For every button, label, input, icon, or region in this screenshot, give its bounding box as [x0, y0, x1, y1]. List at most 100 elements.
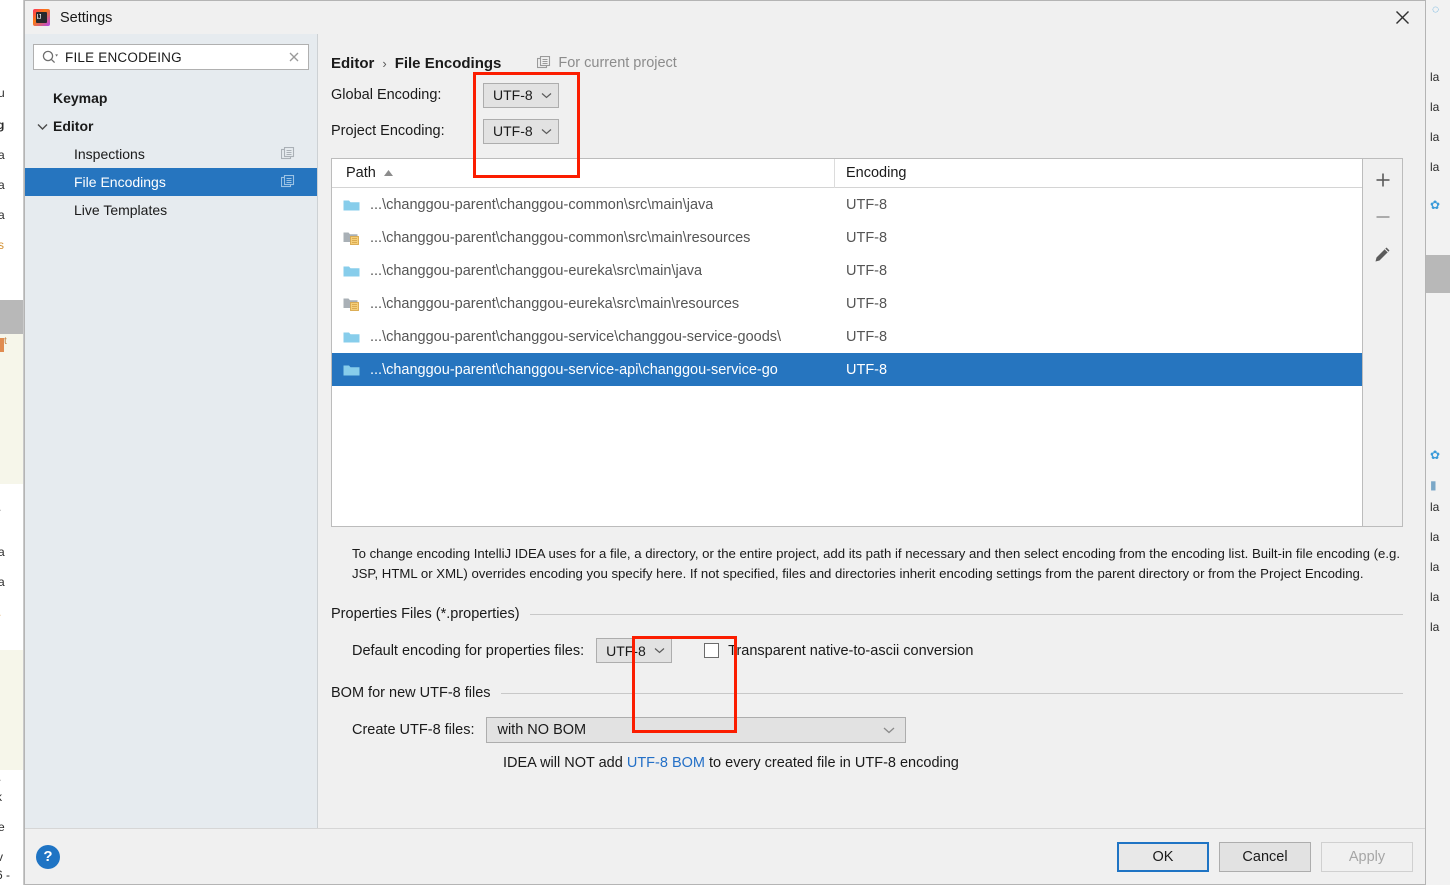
- chevron-down-icon[interactable]: [37, 112, 48, 140]
- sidebar-item-live-templates[interactable]: Live Templates: [25, 196, 317, 224]
- table-cell-path: ...\changgou-parent\changgou-common\src\…: [332, 188, 835, 221]
- table-cell-encoding: UTF-8: [846, 229, 888, 246]
- table-row[interactable]: ...\changgou-parent\changgou-service-api…: [332, 353, 1362, 386]
- table-cell-path: ...\changgou-parent\changgou-service-api…: [332, 353, 835, 386]
- remove-icon[interactable]: [1369, 204, 1397, 230]
- sidebar-item-label: Editor: [53, 118, 94, 134]
- project-encoding-value: UTF-8: [493, 123, 533, 139]
- breadcrumb-parent[interactable]: Editor: [331, 55, 374, 72]
- sidebar-item-editor[interactable]: Editor: [25, 112, 317, 140]
- ide-left-strip: u g a a a s t . i a a . i . k e v 6 -: [0, 0, 24, 885]
- default-properties-encoding-label: Default encoding for properties files:: [352, 642, 585, 659]
- for-current-project-text: For current project: [558, 55, 677, 71]
- table-cell-encoding: UTF-8: [846, 262, 888, 279]
- project-encoding-dropdown[interactable]: UTF-8: [483, 118, 559, 144]
- folder-icon: [343, 264, 360, 278]
- table-cell-encoding: UTF-8: [846, 295, 888, 312]
- chevron-down-icon: [541, 128, 552, 135]
- bom-note-suffix: to every created file in UTF-8 encoding: [704, 755, 959, 771]
- group-divider: [529, 613, 1403, 615]
- breadcrumb: Editor › File Encodings For current proj…: [331, 46, 1403, 80]
- search-value: FILE ENCODEING: [65, 49, 182, 65]
- folder-icon: [343, 198, 360, 212]
- dialog-buttons: OK Cancel Apply: [1117, 841, 1413, 872]
- column-header-path-label: Path: [346, 165, 376, 181]
- project-scope-icon: [280, 146, 295, 164]
- global-encoding-dropdown[interactable]: UTF-8: [483, 82, 559, 108]
- settings-dialog: Settings FILE ENCODEI: [24, 0, 1426, 885]
- column-header-encoding-label: Encoding: [846, 165, 907, 181]
- chevron-down-icon: [654, 647, 665, 654]
- clear-icon[interactable]: [286, 49, 302, 65]
- default-properties-encoding-value: UTF-8: [606, 642, 646, 659]
- global-encoding-value: UTF-8: [493, 87, 533, 103]
- table-cell-path-text: ...\changgou-parent\changgou-service\cha…: [370, 328, 782, 345]
- sort-ascending-icon: [383, 169, 394, 177]
- for-current-project-label: For current project: [537, 55, 677, 71]
- breadcrumb-current: File Encodings: [394, 54, 502, 72]
- dialog-body: FILE ENCODEING Keymap Editor Inspections…: [25, 34, 1425, 828]
- column-header-encoding[interactable]: Encoding: [835, 165, 906, 181]
- create-utf8-files-row: Create UTF-8 files: with NO BOM: [331, 717, 1403, 743]
- encodings-table-region: Path Encoding ...\changgou-parent\changg…: [331, 158, 1403, 527]
- search-icon: [41, 49, 59, 65]
- transparent-native-to-ascii-checkbox[interactable]: Transparent native-to-ascii conversion: [704, 643, 973, 659]
- column-header-path[interactable]: Path: [332, 159, 835, 188]
- global-encoding-label: Global Encoding:: [331, 87, 442, 103]
- sidebar-item-label: File Encodings: [74, 174, 166, 190]
- add-icon[interactable]: [1369, 167, 1397, 193]
- table-row[interactable]: ...\changgou-parent\changgou-eureka\src\…: [332, 287, 1362, 320]
- encodings-description: To change encoding IntelliJ IDEA uses fo…: [352, 546, 1401, 581]
- table-cell-path-text: ...\changgou-parent\changgou-eureka\src\…: [370, 295, 740, 312]
- default-properties-encoding-dropdown[interactable]: UTF-8: [596, 638, 673, 663]
- close-icon[interactable]: [1379, 1, 1425, 34]
- table-row[interactable]: ...\changgou-parent\changgou-common\src\…: [332, 221, 1362, 254]
- sidebar-item-label: Live Templates: [74, 202, 168, 218]
- sidebar-item-file-encodings[interactable]: File Encodings: [25, 168, 317, 196]
- table-row[interactable]: ...\changgou-parent\changgou-common\src\…: [332, 188, 1362, 221]
- table-cell-path: ...\changgou-parent\changgou-common\src\…: [332, 221, 835, 254]
- table-cell-path: ...\changgou-parent\changgou-eureka\src\…: [332, 254, 835, 287]
- ok-button[interactable]: OK: [1117, 841, 1209, 872]
- edit-pencil-icon[interactable]: [1369, 241, 1397, 267]
- encodings-table: Path Encoding ...\changgou-parent\changg…: [331, 158, 1363, 527]
- ide-right-strip: ◌ la la la la ✿ ✿ ▮ la la la la la: [1426, 0, 1450, 885]
- chevron-down-icon: [541, 92, 552, 99]
- create-utf8-files-label: Create UTF-8 files:: [352, 722, 475, 738]
- table-row[interactable]: ...\changgou-parent\changgou-service\cha…: [332, 320, 1362, 353]
- checkbox-box: [704, 643, 720, 658]
- table-cell-encoding: UTF-8: [846, 196, 888, 213]
- sidebar-item-inspections[interactable]: Inspections: [25, 140, 317, 168]
- table-cell-path-text: ...\changgou-parent\changgou-common\src\…: [370, 229, 751, 246]
- table-row[interactable]: ...\changgou-parent\changgou-eureka\src\…: [332, 254, 1362, 287]
- cancel-button[interactable]: Cancel: [1219, 841, 1311, 872]
- project-scope-icon: [280, 174, 295, 192]
- sidebar-item-keymap[interactable]: Keymap: [25, 84, 317, 112]
- table-cell-encoding: UTF-8: [846, 361, 888, 378]
- settings-tree: Keymap Editor Inspections File Encodings…: [25, 84, 317, 224]
- resources-folder-icon: [343, 297, 360, 311]
- table-header: Path Encoding: [332, 159, 1362, 188]
- global-encoding-row: Global Encoding: UTF-8: [331, 80, 1403, 110]
- search-container: FILE ENCODEING: [25, 44, 317, 76]
- project-encoding-label: Project Encoding:: [331, 123, 445, 139]
- help-icon[interactable]: ?: [36, 844, 60, 869]
- table-cell-path-text: ...\changgou-parent\changgou-eureka\src\…: [370, 262, 703, 279]
- table-cell-path-text: ...\changgou-parent\changgou-common\src\…: [370, 196, 714, 213]
- sidebar-item-label: Inspections: [74, 146, 145, 162]
- table-toolbar: [1363, 158, 1403, 527]
- table-cell-encoding: UTF-8: [846, 328, 888, 345]
- default-properties-encoding-row: Default encoding for properties files: U…: [331, 638, 1403, 663]
- settings-sidebar: FILE ENCODEING Keymap Editor Inspections…: [25, 34, 318, 828]
- bom-note-link[interactable]: UTF-8 BOM: [627, 755, 705, 771]
- properties-files-group-title: Properties Files (*.properties): [331, 606, 520, 622]
- create-utf8-files-dropdown[interactable]: with NO BOM: [486, 717, 907, 743]
- search-input[interactable]: FILE ENCODEING: [33, 44, 309, 70]
- dialog-title: Settings: [60, 9, 113, 26]
- resources-folder-icon: [343, 231, 360, 245]
- settings-main-panel: Editor › File Encodings For current proj…: [318, 34, 1425, 828]
- intellij-idea-icon: [33, 9, 50, 26]
- group-divider: [500, 692, 1403, 694]
- table-cell-path-text: ...\changgou-parent\changgou-service-api…: [370, 361, 778, 378]
- transparent-native-to-ascii-label: Transparent native-to-ascii conversion: [728, 642, 974, 659]
